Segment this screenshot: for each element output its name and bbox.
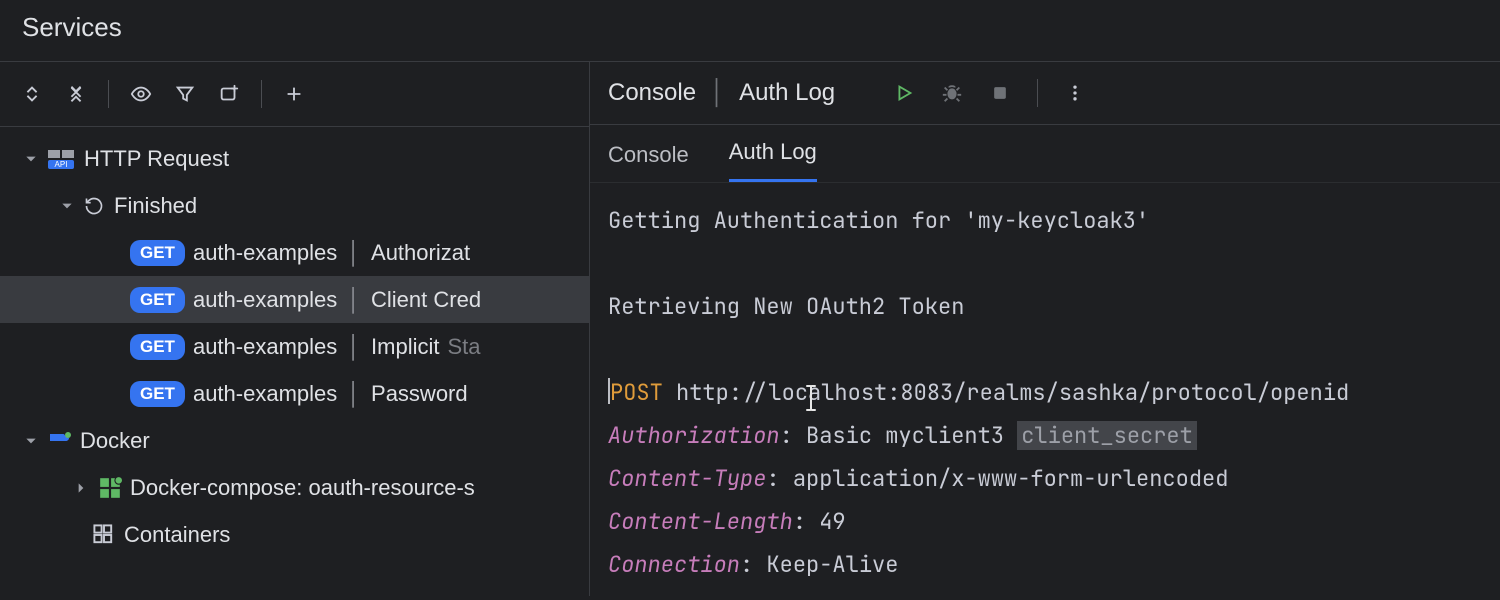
separator: │ [345,240,363,266]
http-method-badge: GET [130,381,185,407]
tab-auth-log[interactable]: Auth Log [729,139,817,182]
filter-button[interactable] [167,76,203,112]
reload-icon [84,196,106,216]
chevron-down-icon [22,434,40,448]
svg-text:API: API [55,160,68,169]
tree-request-item[interactable]: GET auth-examples │ Authorizat [0,229,589,276]
tree-request-item[interactable]: GET auth-examples │ Implicit Sta [0,323,589,370]
log-line: Retrieving New OAuth2 Token [608,292,964,321]
services-sidebar: API HTTP Request Finished GET auth-examp… [0,62,590,596]
http-header-value: Basic myclient3 [806,421,1004,450]
tree-node-label: Docker-compose: oauth-resource-s [130,475,475,501]
request-file: auth-examples [193,381,337,407]
tree-node-label: Finished [114,193,197,219]
http-method-badge: GET [130,240,185,266]
request-name: Implicit [371,334,439,360]
http-header-value: application/x-www-form-urlencoded [793,464,1229,493]
docker-compose-icon [98,477,122,499]
log-line: Getting Authentication for 'my-keycloak3… [608,206,1149,235]
services-tree: API HTTP Request Finished GET auth-examp… [0,127,589,558]
http-method-badge: GET [130,334,185,360]
request-name: Client Cred [371,287,481,313]
request-name: Authorizat [371,240,470,266]
tree-node-containers[interactable]: Containers [0,511,589,558]
tree-node-label: Containers [124,522,230,548]
tree-node-docker[interactable]: Docker [0,417,589,464]
run-button[interactable] [887,76,921,110]
chevron-right-icon [72,481,90,495]
http-header-value: Keep-Alive [766,550,898,579]
more-button[interactable] [1058,76,1092,110]
request-file: auth-examples [193,334,337,360]
docker-icon [48,430,72,452]
separator: │ [345,381,363,407]
header-authlog-label: Auth Log [739,79,835,107]
http-secret: client_secret [1017,421,1197,450]
chevron-down-icon [22,152,40,166]
panel-title: Services [0,0,1500,62]
request-file: auth-examples [193,287,337,313]
toolbar-divider [108,80,109,108]
details-header: Console │ Auth Log [590,62,1500,125]
http-header-name: Content-Length [608,507,793,536]
tree-request-item[interactable]: GET auth-examples │ Password [0,370,589,417]
toolbar-divider [1037,79,1038,107]
http-header-name: Connection [608,550,740,579]
stop-button[interactable] [983,76,1017,110]
http-url: http://localhost:8083/realms/sashka/prot… [676,378,1349,407]
http-method-badge: GET [130,287,185,313]
collapse-all-button[interactable] [58,76,94,112]
toolbar-divider [261,80,262,108]
separator: │ [345,287,363,313]
tab-console[interactable]: Console [608,142,689,182]
request-name-dim: Sta [447,334,480,360]
add-service-button[interactable] [276,76,312,112]
show-hidden-button[interactable] [123,76,159,112]
http-method: POST [610,378,663,407]
tree-node-label: HTTP Request [84,146,229,172]
tree-node-http-request[interactable]: API HTTP Request [0,135,589,182]
http-header-value: 49 [819,507,845,536]
separator: │ [345,334,363,360]
header-console-label: Console [608,79,696,107]
chevron-down-icon [58,199,76,213]
main-split: API HTTP Request Finished GET auth-examp… [0,62,1500,596]
http-header-name: Content-Type [608,464,766,493]
details-tabs: Console Auth Log [590,125,1500,183]
auth-log-output[interactable]: Getting Authentication for 'my-keycloak3… [590,183,1500,596]
request-file: auth-examples [193,240,337,266]
tree-node-label: Docker [80,428,150,454]
http-header-name: Authorization [608,421,780,450]
expand-all-button[interactable] [14,76,50,112]
request-name: Password [371,381,468,407]
tree-request-item[interactable]: GET auth-examples │ Client Cred [0,276,589,323]
new-window-button[interactable] [211,76,247,112]
tree-node-finished[interactable]: Finished [0,182,589,229]
http-api-icon: API [48,148,76,170]
header-separator: │ [710,79,725,107]
tree-node-compose[interactable]: Docker-compose: oauth-resource-s [0,464,589,511]
details-pane: Console │ Auth Log Console Auth Log Gett… [590,62,1500,596]
debug-button[interactable] [935,76,969,110]
containers-icon [92,524,116,546]
services-toolbar [0,62,589,127]
